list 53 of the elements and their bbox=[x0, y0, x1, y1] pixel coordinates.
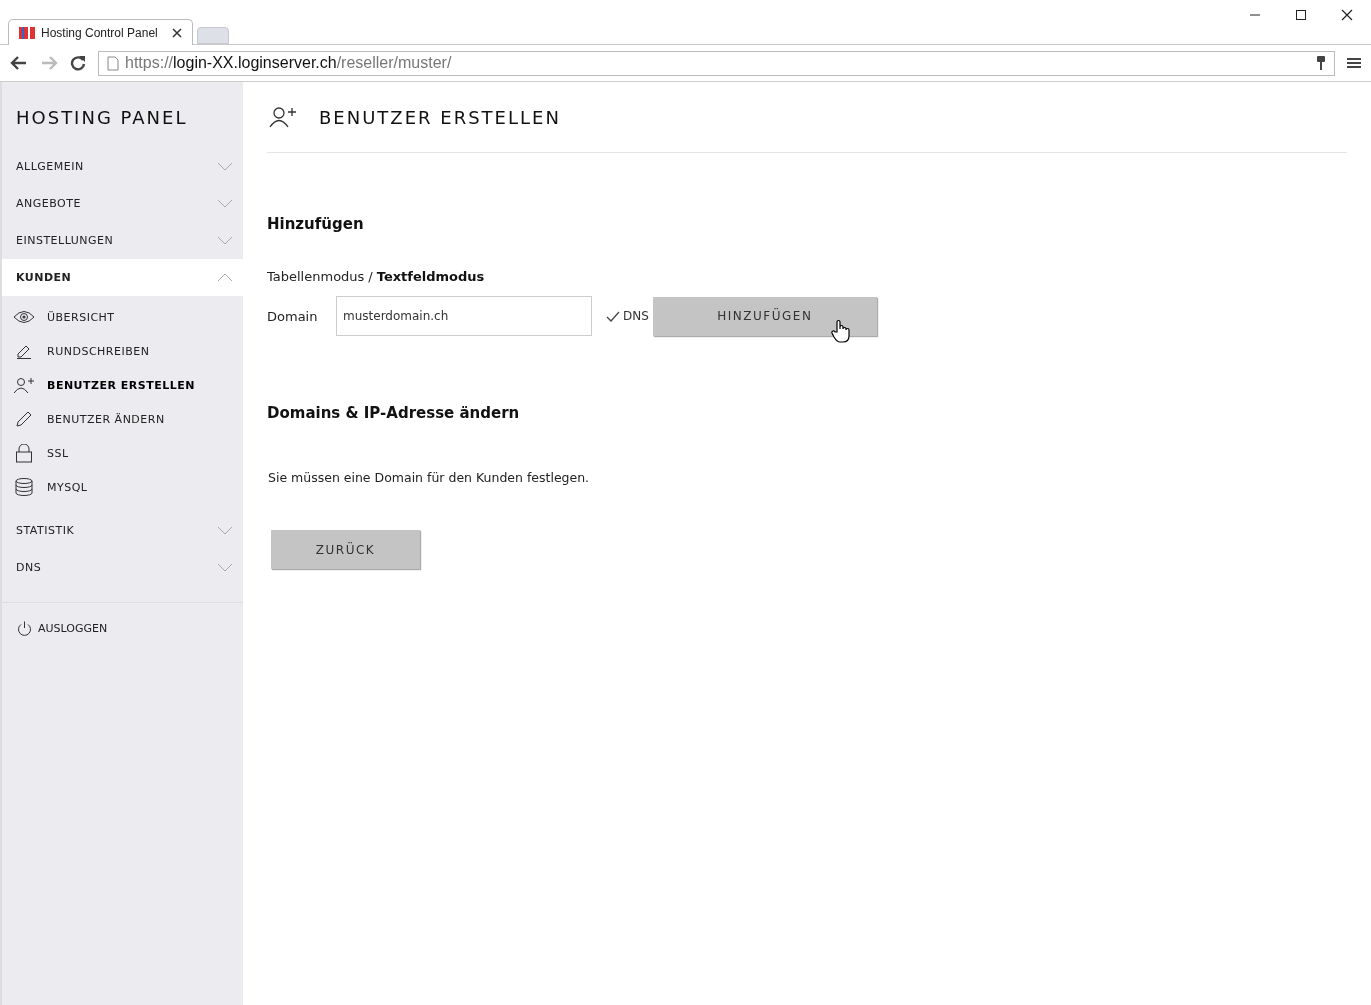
section-heading: Hinzufügen bbox=[267, 215, 365, 233]
user-add-icon bbox=[269, 106, 297, 128]
sidebar-title: HOSTING PANEL bbox=[15, 106, 189, 130]
tab-title: Hosting Control Panel bbox=[41, 25, 158, 40]
page-title: BENUTZER ERSTELLEN bbox=[319, 106, 561, 128]
logout-link[interactable]: AUSLOGGEN bbox=[2, 621, 108, 636]
page-icon bbox=[107, 55, 119, 71]
mode-link[interactable]: Tabellenmodus bbox=[267, 269, 365, 284]
chevron-down-icon bbox=[217, 526, 233, 535]
sidebar-item[interactable]: MYSQL bbox=[2, 470, 243, 504]
sidebar-item[interactable]: BENUTZER ÄNDERN bbox=[2, 402, 243, 436]
sidebar-section[interactable]: ALLGEMEIN bbox=[2, 148, 243, 185]
power-icon bbox=[17, 621, 32, 636]
section-heading: Domains & IP-Adresse ändern bbox=[267, 404, 521, 422]
sidebar-item[interactable]: RUNDSCHREIBEN bbox=[2, 334, 243, 368]
back-button[interactable]: ZURÜCK bbox=[271, 530, 420, 569]
menu-icon[interactable] bbox=[1347, 57, 1361, 69]
sidebar-item[interactable]: BENUTZER ERSTELLEN bbox=[2, 368, 243, 402]
reload-icon[interactable] bbox=[70, 55, 86, 71]
sidebar-section[interactable]: ANGEBOTE bbox=[2, 185, 243, 222]
sidebar-item[interactable]: SSL bbox=[2, 436, 243, 470]
mode-separator: / bbox=[368, 269, 373, 284]
sidebar-section[interactable]: EINSTELLUNGEN bbox=[2, 222, 243, 259]
lock-icon bbox=[13, 443, 35, 463]
hand-cursor-icon bbox=[830, 318, 851, 343]
chevron-down-icon bbox=[217, 236, 233, 245]
add-button[interactable]: HINZUFÜGEN bbox=[652, 296, 877, 336]
sidebar-item[interactable]: ÜBERSICHT bbox=[2, 300, 243, 334]
chevron-down-icon bbox=[217, 563, 233, 572]
mode-link[interactable]: Textfeldmodus bbox=[376, 269, 485, 284]
url-text: https://login-XX.loginserver.ch/reseller/muster/ bbox=[125, 54, 452, 72]
user-add-icon bbox=[13, 377, 35, 393]
sidebar-section[interactable]: DNS bbox=[2, 549, 243, 586]
checkmark-icon bbox=[606, 310, 620, 322]
back-arrow-icon[interactable] bbox=[10, 55, 28, 71]
browser-tab[interactable]: Hosting Control Panel bbox=[8, 19, 193, 45]
address-bar[interactable]: https://login-XX.loginserver.ch/reseller/muster/ bbox=[98, 50, 1335, 76]
favicon-icon bbox=[19, 25, 35, 40]
key-icon[interactable] bbox=[1316, 55, 1326, 71]
close-icon[interactable] bbox=[172, 27, 182, 38]
domain-input-field[interactable]: musterdomain.ch bbox=[336, 296, 592, 336]
eye-icon bbox=[13, 310, 35, 324]
dns-checkbox[interactable]: DNS bbox=[606, 309, 649, 323]
chevron-down-icon bbox=[217, 199, 233, 208]
maximize-icon[interactable] bbox=[1295, 9, 1307, 21]
chevron-up-icon bbox=[217, 273, 233, 282]
info-message: Sie müssen eine Domain für den Kunden festlegen. bbox=[268, 470, 591, 485]
sidebar-section[interactable]: STATISTIK bbox=[2, 512, 243, 549]
chevron-down-icon bbox=[217, 162, 233, 171]
sidebar-section[interactable]: KUNDEN bbox=[2, 259, 243, 296]
domain-label: Domain bbox=[267, 308, 319, 324]
close-icon[interactable] bbox=[1341, 9, 1353, 21]
database-icon bbox=[13, 478, 35, 496]
